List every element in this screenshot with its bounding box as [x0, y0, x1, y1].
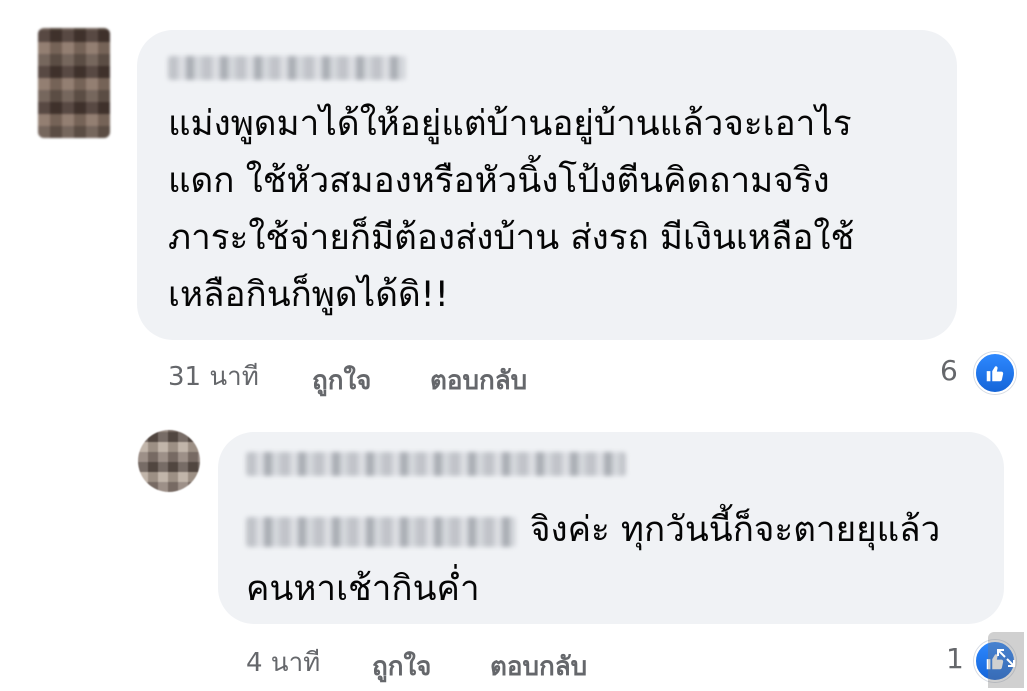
reply-button[interactable]: ตอบกลับ: [430, 360, 527, 401]
reply-text-line: จิงค่ะ ทุกวันนี้ก็จะตายยุแล้ว: [530, 510, 941, 550]
like-icon[interactable]: [974, 352, 1016, 394]
tagged-name-blurred[interactable]: [246, 517, 516, 547]
reply-text-line: คนหาเช้ากินค่ำ: [246, 569, 480, 609]
reply-timestamp[interactable]: 4 นาที: [246, 642, 320, 683]
reply-author-name-blurred[interactable]: [246, 452, 626, 476]
comment-text-line: เหลือกินก็พูดได้ดิ!!: [168, 275, 449, 315]
comment-text-line: ภาระใช้จ่ายก็มีต้องส่งบ้าน ส่งรถ มีเงินเ…: [168, 218, 855, 258]
reply-avatar[interactable]: [138, 430, 200, 492]
reaction-count[interactable]: 6: [940, 354, 958, 387]
commenter-avatar[interactable]: [38, 28, 110, 138]
comment-timestamp[interactable]: 31 นาที: [168, 356, 259, 397]
comment-text: แม่งพูดมาได้ให้อยู่แต่บ้านอยู่บ้านแล้วจะ…: [168, 96, 948, 324]
like-button[interactable]: ถูกใจ: [372, 646, 431, 687]
comments-thread: แม่งพูดมาได้ให้อยู่แต่บ้านอยู่บ้านแล้วจะ…: [0, 0, 1027, 691]
comment-text-line: แม่งพูดมาได้ให้อยู่แต่บ้านอยู่บ้านแล้วจะ…: [168, 104, 852, 144]
reaction-count[interactable]: 1: [946, 642, 964, 675]
comment-text-line: แดก ใช้หัวสมองหรือหัวนิ้งโป้งตีนคิดถามจร…: [168, 161, 830, 201]
like-button[interactable]: ถูกใจ: [312, 360, 371, 401]
expand-icon[interactable]: [988, 632, 1024, 688]
commenter-name-blurred[interactable]: [168, 56, 406, 80]
reply-button[interactable]: ตอบกลับ: [490, 646, 587, 687]
